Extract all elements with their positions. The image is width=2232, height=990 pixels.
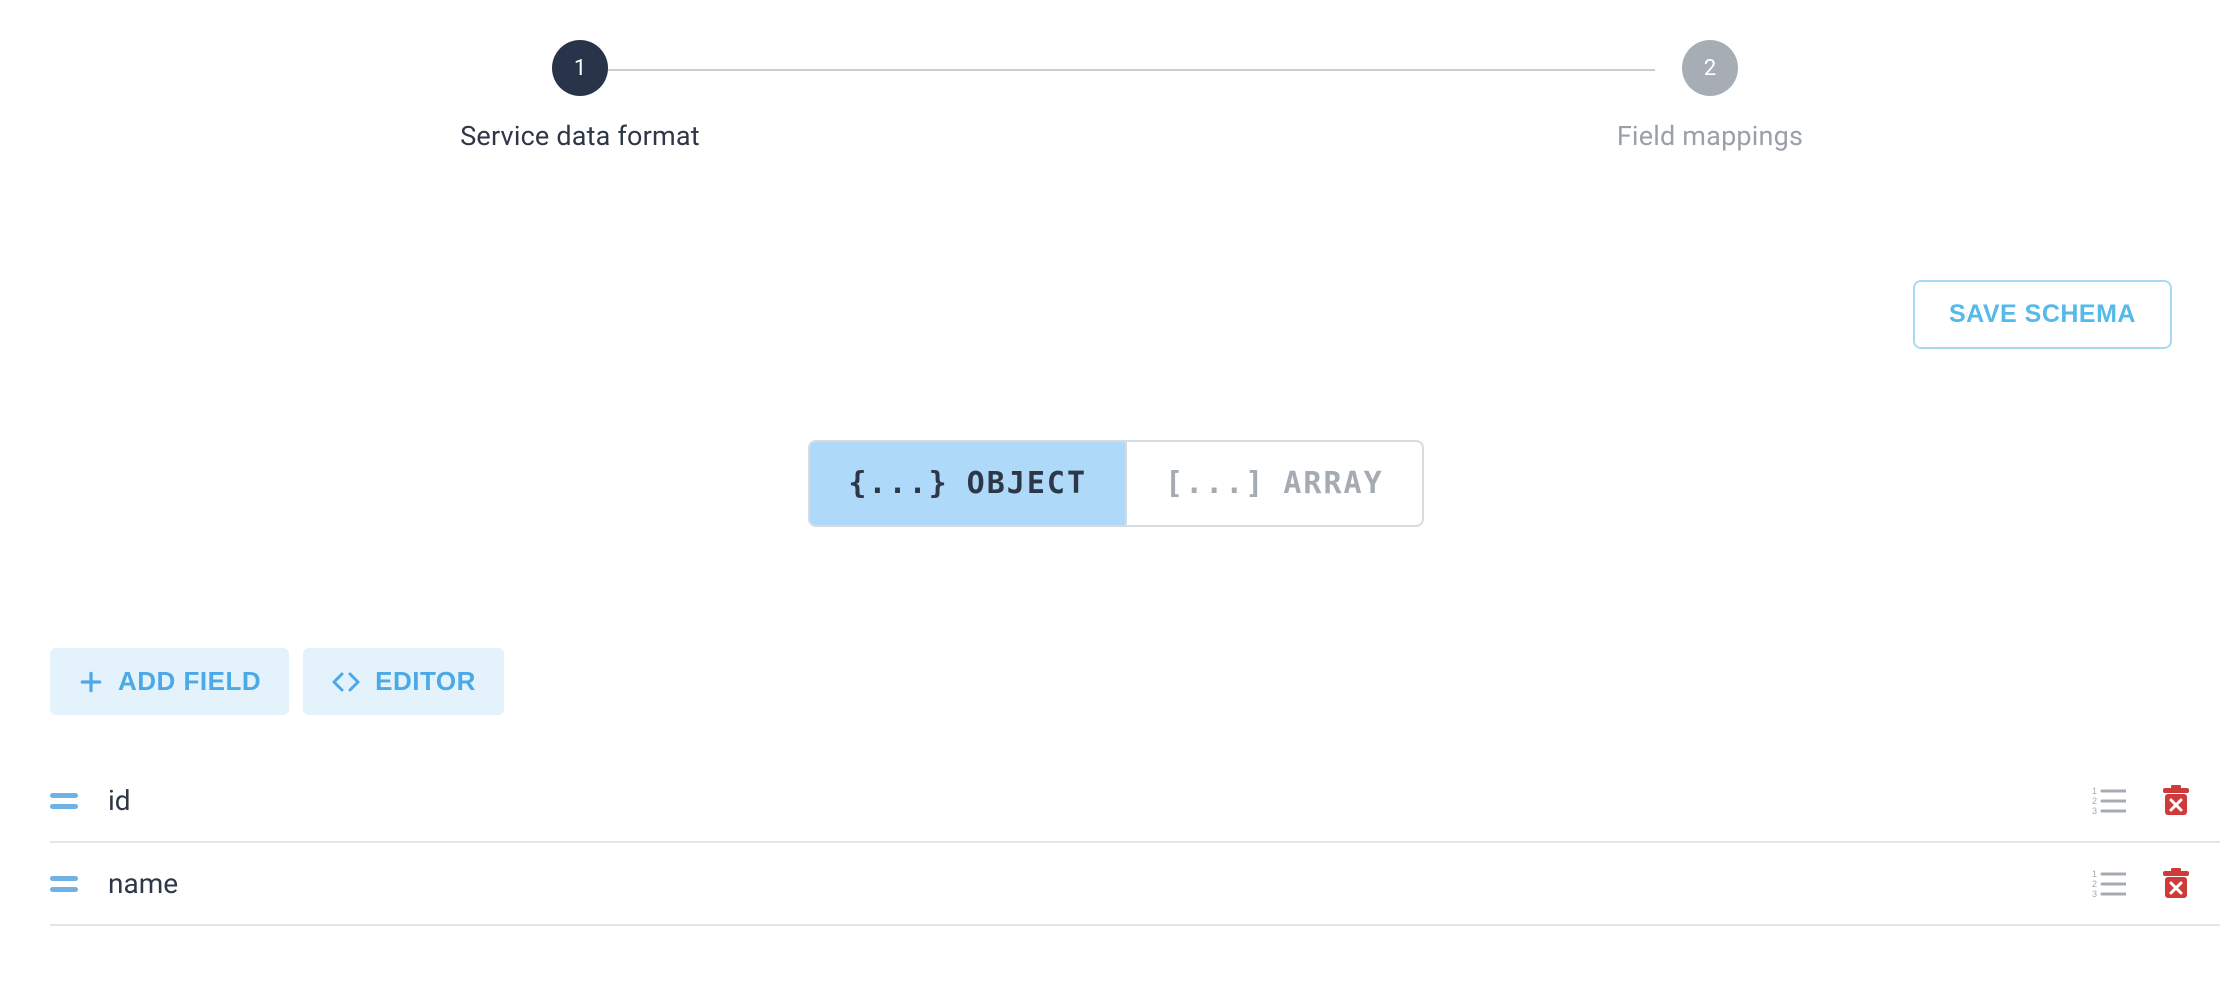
field-options-button[interactable]: 1 2 3 <box>2092 786 2126 816</box>
save-schema-button[interactable]: SAVE SCHEMA <box>1913 280 2172 349</box>
field-row-actions: 1 2 3 <box>2092 868 2220 900</box>
schema-type-array-button[interactable]: [...] ARRAY <box>1125 442 1422 525</box>
field-name-label[interactable]: name <box>108 867 2092 900</box>
button-label: EDITOR <box>375 666 476 697</box>
field-actions-row: ADD FIELD EDITOR <box>50 648 504 715</box>
svg-text:2: 2 <box>2092 879 2097 889</box>
step-number-badge: 2 <box>1682 40 1738 96</box>
step-label: Field mappings <box>1617 120 1803 152</box>
step-number-badge: 1 <box>552 40 608 96</box>
stepper-connector-line <box>575 69 1655 71</box>
brackets-icon: [...] <box>1165 466 1265 501</box>
ordered-list-icon: 1 2 3 <box>2092 786 2126 816</box>
field-row: name 1 2 3 <box>50 843 2220 926</box>
field-options-button[interactable]: 1 2 3 <box>2092 869 2126 899</box>
button-label: ADD FIELD <box>118 666 261 697</box>
svg-text:1: 1 <box>2092 869 2097 879</box>
save-row: SAVE SCHEMA <box>0 280 2232 349</box>
fields-list: id 1 2 3 <box>50 760 2232 926</box>
editor-button[interactable]: EDITOR <box>303 648 504 715</box>
svg-text:3: 3 <box>2092 889 2097 899</box>
schema-type-toggle-row: {...} OBJECT [...] ARRAY <box>0 440 2232 527</box>
drag-handle-icon[interactable] <box>50 876 86 892</box>
toggle-label: ARRAY <box>1283 466 1383 501</box>
field-row: id 1 2 3 <box>50 760 2220 843</box>
schema-type-object-button[interactable]: {...} OBJECT <box>810 442 1125 525</box>
field-name-label[interactable]: id <box>108 784 2092 817</box>
svg-text:2: 2 <box>2092 796 2097 806</box>
progress-stepper: 1 Service data format 2 Field mappings <box>0 0 2232 40</box>
toggle-label: OBJECT <box>967 466 1087 501</box>
trash-icon <box>2162 785 2190 817</box>
braces-icon: {...} <box>848 466 948 501</box>
code-icon <box>331 669 361 695</box>
svg-text:1: 1 <box>2092 786 2097 796</box>
schema-type-toggle-group: {...} OBJECT [...] ARRAY <box>808 440 1423 527</box>
drag-handle-icon[interactable] <box>50 793 86 809</box>
trash-icon <box>2162 868 2190 900</box>
ordered-list-icon: 1 2 3 <box>2092 869 2126 899</box>
step-service-data-format[interactable]: 1 Service data format <box>440 40 720 152</box>
step-label: Service data format <box>460 120 700 152</box>
step-field-mappings[interactable]: 2 Field mappings <box>1570 40 1850 152</box>
delete-field-button[interactable] <box>2162 785 2190 817</box>
plus-icon <box>78 669 104 695</box>
svg-text:3: 3 <box>2092 806 2097 816</box>
field-row-actions: 1 2 3 <box>2092 785 2220 817</box>
delete-field-button[interactable] <box>2162 868 2190 900</box>
add-field-button[interactable]: ADD FIELD <box>50 648 289 715</box>
